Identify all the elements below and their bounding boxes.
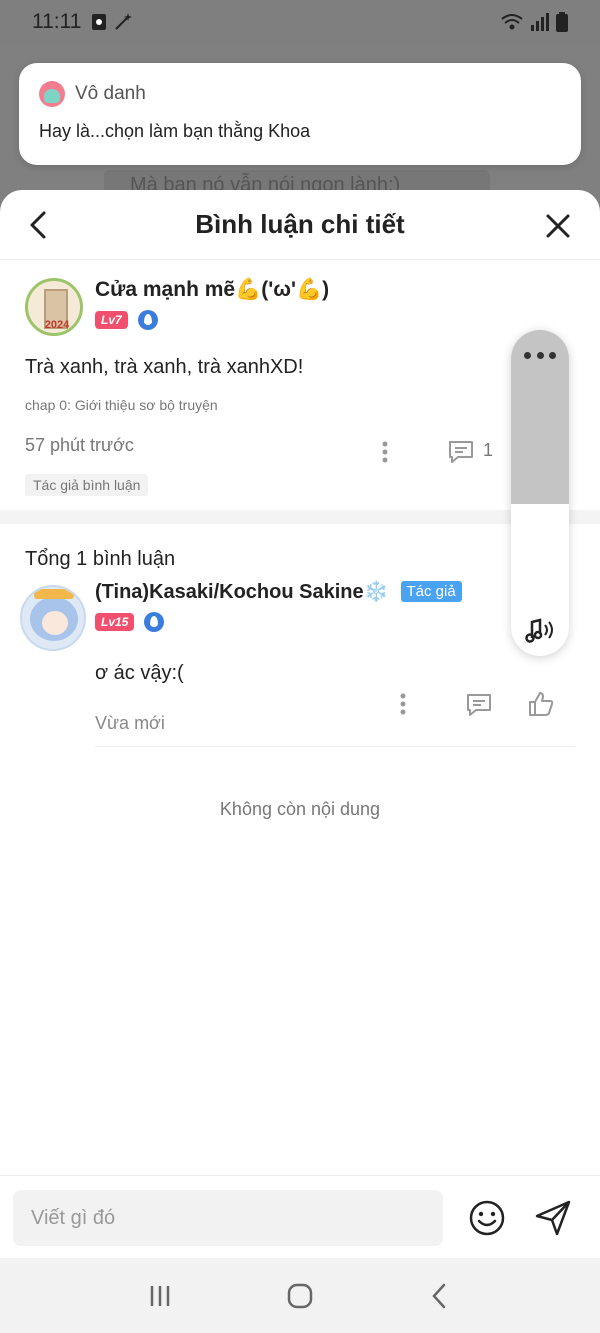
battery-icon bbox=[556, 12, 568, 32]
avatar[interactable]: 2024 bbox=[25, 278, 83, 336]
status-time: 11:11 bbox=[32, 10, 82, 33]
more-options-icon[interactable] bbox=[382, 441, 388, 463]
recent-apps-icon[interactable] bbox=[145, 1281, 175, 1311]
back-icon[interactable] bbox=[24, 208, 54, 242]
reply-comment-icon[interactable] bbox=[466, 693, 492, 717]
toast-sender: Vô danh bbox=[75, 83, 146, 104]
verified-badge-icon bbox=[137, 310, 158, 330]
author-badge: Tác giả bbox=[400, 581, 462, 602]
reply-time: Vừa mới bbox=[95, 713, 165, 733]
reply-text: ơ ác vậy:( bbox=[95, 662, 184, 684]
more-icon[interactable] bbox=[524, 352, 556, 362]
chapter-link[interactable]: chap 0: Giới thiệu sơ bộ truyện bbox=[25, 397, 575, 413]
level-badge: Lv7 bbox=[95, 311, 128, 329]
notification-icon bbox=[92, 14, 107, 30]
system-nav-bar bbox=[0, 1258, 600, 1333]
author-comment-tag: Tác giả bình luận bbox=[25, 474, 149, 496]
comment-icon[interactable] bbox=[448, 440, 474, 464]
reply-username[interactable]: (Tina)Kasaki/Kochou Sakine❄️ bbox=[95, 579, 389, 604]
reply-count: 1 bbox=[483, 440, 494, 460]
close-icon[interactable] bbox=[544, 212, 572, 240]
toast-avatar bbox=[39, 81, 65, 107]
main-comment: 2024 Cửa mạnh mẽ💪('ω'💪) Lv7 Trà xanh, tr… bbox=[0, 260, 600, 524]
toast-message: Hay là...chọn làm bạn thằng Khoa bbox=[39, 121, 311, 141]
comment-time: 57 phút trước bbox=[25, 435, 134, 455]
nav-back-icon[interactable] bbox=[425, 1281, 455, 1311]
magic-wand-icon bbox=[115, 13, 133, 30]
reply-avatar[interactable] bbox=[20, 585, 86, 651]
divider bbox=[95, 746, 575, 747]
signal-icon bbox=[531, 13, 549, 31]
comment-detail-sheet: Bình luận chi tiết 2024 Cửa mạnh mẽ💪('ω'… bbox=[0, 190, 600, 1258]
send-icon[interactable] bbox=[533, 1198, 573, 1238]
status-bar: 11:11 bbox=[0, 0, 600, 44]
wifi-icon bbox=[501, 14, 523, 30]
comment-input[interactable] bbox=[13, 1190, 443, 1246]
sheet-header: Bình luận chi tiết bbox=[0, 190, 600, 260]
reply-level-badge: Lv15 bbox=[95, 613, 135, 631]
replies-total: Tổng 1 bình luận bbox=[25, 548, 176, 570]
floating-audio-panel[interactable] bbox=[511, 330, 569, 656]
reply-item: (Tina)Kasaki/Kochou Sakine❄️ Tác giả Lv1… bbox=[0, 571, 600, 747]
comment-input-bar bbox=[0, 1175, 600, 1258]
home-icon[interactable] bbox=[285, 1281, 315, 1311]
notification-toast[interactable]: Vô danh Hay là...chọn làm bạn thằng Khoa bbox=[19, 63, 581, 165]
reply-more-options-icon[interactable] bbox=[400, 693, 406, 715]
like-icon[interactable] bbox=[528, 691, 554, 717]
emoji-icon[interactable] bbox=[468, 1199, 506, 1237]
sheet-title: Bình luận chi tiết bbox=[195, 209, 405, 239]
reply-verified-badge-icon bbox=[144, 612, 165, 632]
username[interactable]: Cửa mạnh mẽ💪('ω'💪) bbox=[95, 278, 329, 302]
end-of-content: Không còn nội dung bbox=[219, 799, 381, 819]
music-note-icon[interactable] bbox=[524, 616, 556, 644]
comment-text: Trà xanh, trà xanh, trà xanhXD! bbox=[25, 356, 304, 378]
